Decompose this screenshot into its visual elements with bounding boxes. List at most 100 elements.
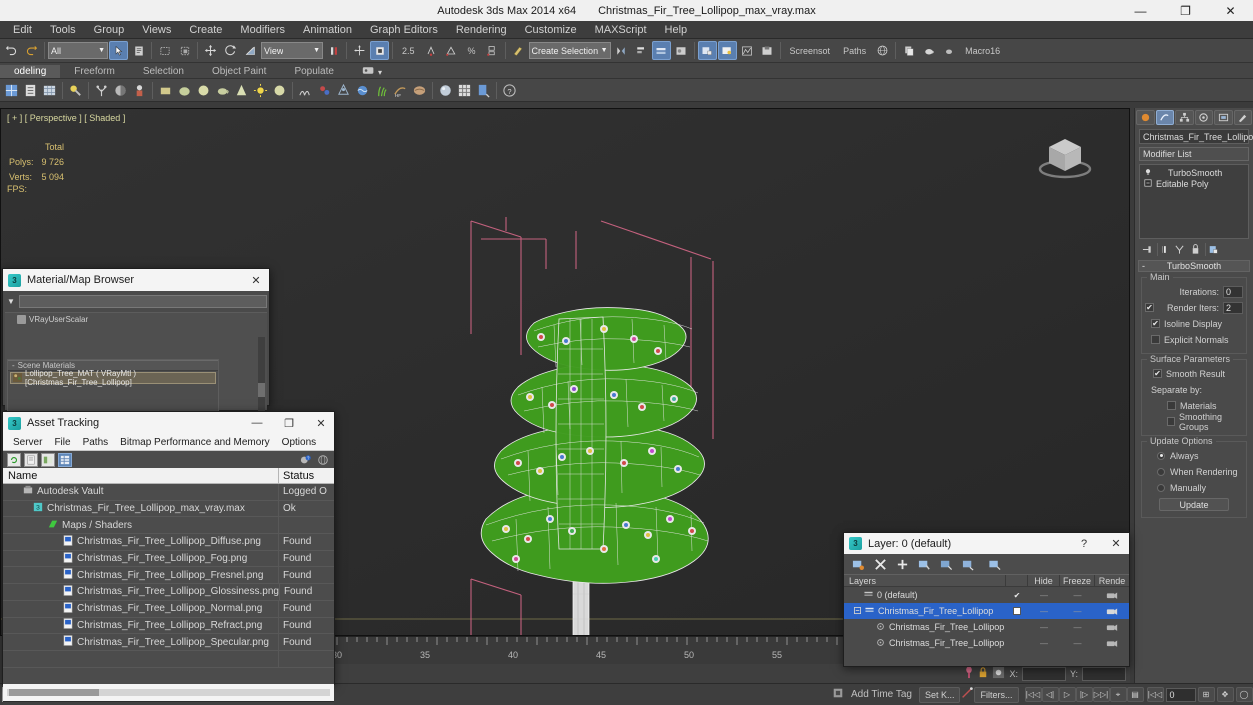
menu-item-views[interactable]: Views <box>133 22 180 38</box>
select-and-scale-icon[interactable] <box>241 41 260 60</box>
view-cube[interactable] <box>1034 127 1096 189</box>
smooth-result-row[interactable]: ✔ Smooth Result <box>1145 367 1243 380</box>
add-time-tag-label[interactable]: Add Time Tag <box>844 689 919 700</box>
update-manually-radio[interactable] <box>1157 483 1165 492</box>
highlight-selected-objects-icon[interactable] <box>940 558 953 571</box>
hide-toggle[interactable]: — <box>1028 623 1060 632</box>
tree-view-icon[interactable] <box>41 452 55 467</box>
mirror-icon[interactable] <box>350 41 369 60</box>
water-icon[interactable] <box>354 82 371 99</box>
material-search-input[interactable] <box>19 295 267 308</box>
globe-settings-icon[interactable] <box>316 453 330 467</box>
close-icon[interactable]: ✕ <box>1208 0 1253 21</box>
layer-row[interactable]: Christmas_Fir_Tree_Lollipop — — <box>844 603 1129 619</box>
teapot-icon[interactable] <box>919 41 938 60</box>
ribbon-chevron-down-icon[interactable]: ▾ <box>378 68 382 77</box>
select-object-icon[interactable] <box>109 41 128 60</box>
set-key-button[interactable]: Set K... <box>918 686 961 703</box>
close-icon[interactable]: ✕ <box>243 269 269 291</box>
material-sphere-icon[interactable] <box>437 82 454 99</box>
menu-item-group[interactable]: Group <box>85 22 134 38</box>
angle-snap-icon[interactable] <box>442 41 461 60</box>
maximize-icon[interactable]: ❐ <box>276 412 302 434</box>
particles-icon[interactable] <box>335 82 352 99</box>
menu-item-edit[interactable]: Edit <box>4 22 41 38</box>
macro-label[interactable]: Macro16 <box>959 46 1006 56</box>
help-icon[interactable]: ? <box>501 82 518 99</box>
current-layer-check[interactable] <box>1006 607 1028 615</box>
orbit-view-icon[interactable]: ◯ <box>1235 687 1253 702</box>
column-header-layers[interactable]: Layers <box>844 575 1006 586</box>
align-tool-icon[interactable] <box>632 41 651 60</box>
cone-primitive-icon[interactable] <box>233 82 250 99</box>
paths-label[interactable]: Paths <box>837 46 872 56</box>
time-configuration-icon[interactable]: ▤ <box>1126 687 1144 702</box>
table-row[interactable]: Christmas_Fir_Tree_Lollipop_Fresnel.png … <box>3 567 334 585</box>
menu-item-rendering[interactable]: Rendering <box>447 22 516 38</box>
hierarchy-tab[interactable] <box>1175 110 1194 125</box>
ribbon-tab-freeform[interactable]: Freeform <box>60 65 129 78</box>
isoline-display-checkbox[interactable]: ✔ <box>1151 319 1160 328</box>
go-to-end-icon[interactable]: ▷▷| <box>1092 687 1110 702</box>
menu-item-graph-editors[interactable]: Graph Editors <box>361 22 447 38</box>
render-production-icon[interactable] <box>738 41 757 60</box>
go-to-start-icon[interactable]: |◁◁ <box>1024 687 1042 702</box>
table-row[interactable]: Christmas_Fir_Tree_Lollipop_Specular.png… <box>3 634 334 651</box>
table-row[interactable] <box>3 650 334 668</box>
select-and-rotate-icon[interactable] <box>221 41 240 60</box>
refresh-icon[interactable] <box>7 452 21 467</box>
update-always-radio[interactable] <box>1157 451 1165 460</box>
filters-button[interactable]: Filters... <box>974 686 1019 703</box>
ribbon-tab-modeling[interactable]: odeling <box>0 65 61 78</box>
use-pivot-center-icon[interactable] <box>324 41 343 60</box>
column-header-render[interactable]: Rende <box>1095 575 1129 586</box>
close-icon[interactable]: ✕ <box>1103 533 1129 555</box>
redo-icon[interactable] <box>22 41 41 60</box>
menu-item-animation[interactable]: Animation <box>294 22 361 38</box>
reference-coordinate-combo[interactable]: View ▼ <box>261 42 323 59</box>
menu-item-maxscript[interactable]: MAXScript <box>586 22 656 38</box>
layer-manager-icon[interactable] <box>651 41 671 60</box>
menu-item-bitmap-performance[interactable]: Bitmap Performance and Memory <box>114 437 276 448</box>
explicit-normals-checkbox[interactable] <box>1151 335 1160 344</box>
rollup-header[interactable]: - TurboSmooth <box>1138 260 1250 272</box>
freeze-toggle[interactable]: — <box>1060 623 1095 632</box>
layer-row[interactable]: Christmas_Fir_Tree_Lollipop — — <box>844 635 1129 651</box>
skin-icon[interactable] <box>411 82 428 99</box>
stack-item-editable-poly[interactable]: Editable Poly <box>1140 178 1248 189</box>
add-to-layer-icon[interactable] <box>896 558 909 571</box>
ribbon-tab-object-paint[interactable]: Object Paint <box>198 65 280 78</box>
omni-light-icon[interactable] <box>252 82 269 99</box>
selection-filter-combo[interactable]: All ▼ <box>48 42 108 59</box>
motion-tab[interactable] <box>1194 110 1213 125</box>
modifier-stack[interactable]: TurboSmooth Editable Poly <box>1139 164 1249 239</box>
minimize-icon[interactable]: — <box>244 412 270 434</box>
hide-toggle[interactable]: — <box>1028 591 1060 600</box>
update-manually-row[interactable]: Manually <box>1145 481 1243 494</box>
next-frame-icon[interactable]: |▷ <box>1075 687 1093 702</box>
select-by-name-icon[interactable] <box>129 41 148 60</box>
table-row[interactable]: Maps / Shaders <box>3 517 334 535</box>
symmetry-tools-icon[interactable] <box>41 82 58 99</box>
freeze-toggle[interactable]: — <box>1060 607 1095 616</box>
menu-item-tools[interactable]: Tools <box>41 22 85 38</box>
asset-tracking-table[interactable]: Autodesk Vault Logged O 3 Christmas_Fir_… <box>3 484 334 684</box>
rollup-collapse-icon[interactable]: - <box>1142 261 1145 271</box>
polygon-modeling-icon[interactable] <box>3 82 20 99</box>
select-objects-in-layer-icon[interactable] <box>918 558 931 571</box>
render-iters-spinner[interactable]: 2 <box>1223 301 1243 314</box>
render-iters-checkbox[interactable]: ✔ <box>1145 303 1154 312</box>
current-layer-check[interactable]: ✔ <box>1006 591 1028 600</box>
materials-row[interactable]: Materials <box>1145 399 1243 412</box>
absolute-relative-mode-icon[interactable] <box>992 666 1005 682</box>
materials-checkbox[interactable] <box>1167 401 1176 410</box>
layer-list[interactable]: 0 (default) ✔ — — Christmas_Fir_Tree_Lol… <box>844 587 1129 651</box>
named-selection-sets-combo[interactable]: Create Selection S ▼ <box>528 42 611 59</box>
render-on-icon[interactable] <box>1095 639 1129 648</box>
key-mode-icon[interactable] <box>960 686 974 703</box>
help-icon[interactable]: ? <box>1071 533 1097 555</box>
window-crossing-icon[interactable] <box>175 41 194 60</box>
remove-modifier-icon[interactable] <box>1189 243 1202 256</box>
asset-tracking-scrollbar-row[interactable] <box>3 684 334 701</box>
hide-toggle[interactable]: — <box>1028 607 1060 616</box>
